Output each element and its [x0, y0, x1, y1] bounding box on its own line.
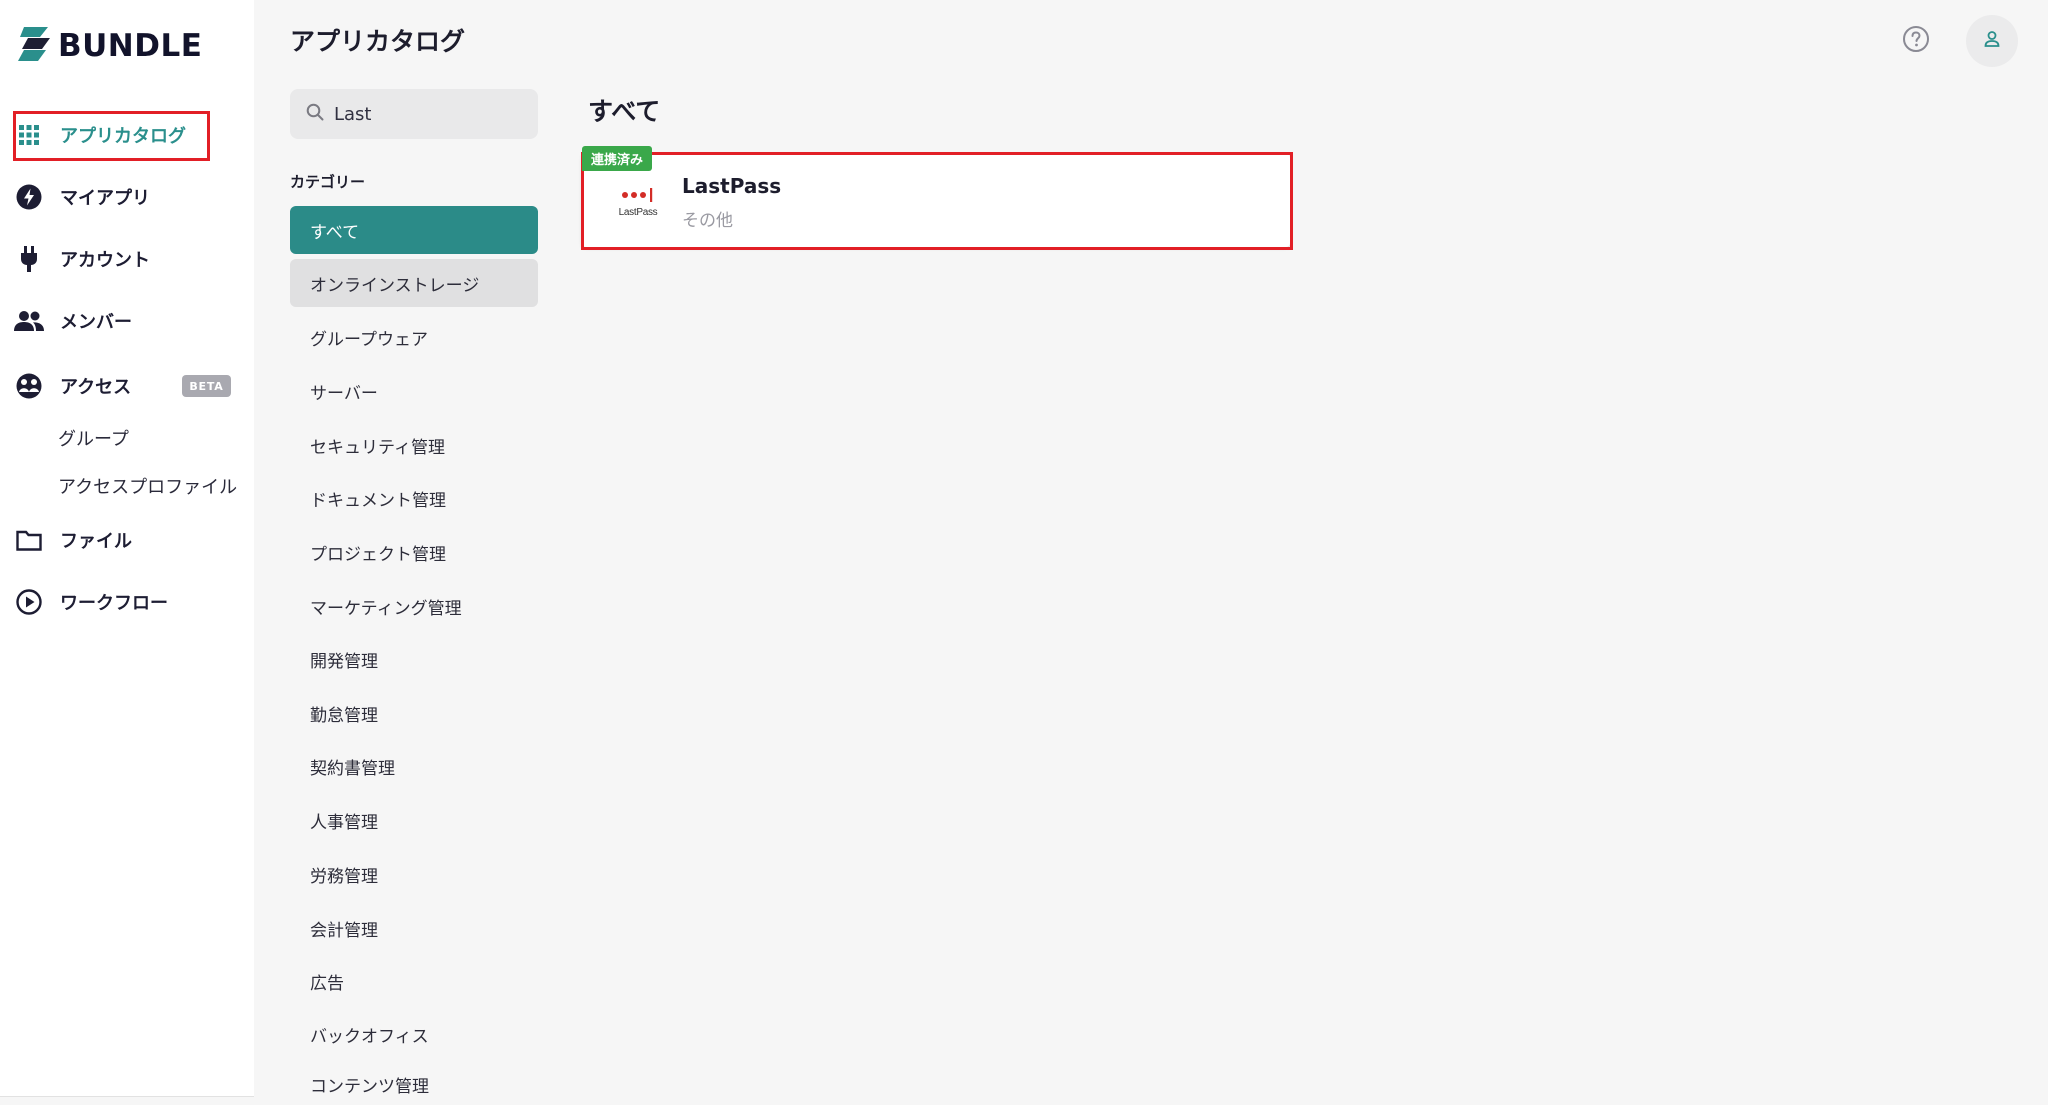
lastpass-logo-text: LastPass [618, 206, 658, 218]
sidebar-item-label: マイアプリ [60, 188, 150, 209]
category-item[interactable]: セキュリティ管理 [290, 421, 538, 469]
sidebar-sub-item-groups[interactable]: グループ [58, 425, 129, 451]
app-category: その他 [682, 211, 733, 231]
sidebar-item-label: アクセス [60, 377, 132, 398]
sidebar-item-my-apps[interactable]: マイアプリ [14, 177, 238, 217]
sidebar-item-label: メンバー [60, 312, 132, 333]
category-item[interactable]: 労務管理 [290, 850, 538, 898]
category-item[interactable]: 開発管理 [290, 635, 538, 683]
lastpass-logo: LastPass [612, 178, 664, 226]
sidebar-item-members[interactable]: メンバー [14, 301, 238, 341]
category-item[interactable]: マーケティング管理 [290, 582, 538, 630]
sidebar-sub-item-access-profile[interactable]: アクセスプロファイル [58, 473, 237, 499]
play-circle-icon [14, 587, 44, 617]
category-item[interactable]: グループウェア [290, 313, 538, 361]
results-heading: すべて [588, 97, 661, 126]
category-item[interactable]: 勤怠管理 [290, 689, 538, 737]
search-box[interactable] [290, 89, 538, 139]
help-icon [1902, 25, 1930, 57]
category-item[interactable]: サーバー [290, 367, 538, 415]
search-icon [306, 103, 324, 125]
brand-name: BUNDLE [58, 28, 203, 64]
category-item[interactable]: 人事管理 [290, 796, 538, 844]
user-menu-button[interactable] [1966, 15, 2018, 67]
brand-logo[interactable]: BUNDLE [18, 24, 202, 68]
category-item[interactable]: オンラインストレージ [290, 259, 538, 307]
app-name: LastPass [682, 174, 782, 198]
search-input[interactable] [334, 103, 524, 125]
category-item[interactable]: 会計管理 [290, 904, 538, 952]
category-item[interactable]: バックオフィス [290, 1010, 538, 1058]
help-button[interactable] [1899, 24, 1933, 58]
grid-icon [14, 120, 44, 150]
user-icon [1982, 29, 2002, 53]
category-item[interactable]: 契約書管理 [290, 742, 538, 790]
bundle-logo-icon [18, 25, 52, 67]
sidebar: BUNDLE アプリカタログ マイアプリ アカウント メンバー アクセス BET… [0, 0, 254, 1097]
category-item[interactable]: ドキュメント管理 [290, 474, 538, 522]
people-icon [14, 306, 44, 336]
app-card-lastpass[interactable] [582, 154, 1290, 247]
access-icon [14, 371, 44, 401]
sidebar-item-workflow[interactable]: ワークフロー [14, 582, 238, 622]
sidebar-item-label: ファイル [60, 531, 132, 552]
category-item[interactable]: コンテンツ管理 [290, 1064, 538, 1105]
bolt-icon [14, 182, 44, 212]
sidebar-item-label: ワークフロー [60, 593, 168, 614]
sidebar-item-label: アプリカタログ [60, 126, 186, 147]
beta-badge: BETA [182, 375, 231, 397]
sidebar-item-app-catalog[interactable]: アプリカタログ [14, 115, 238, 155]
category-item-all[interactable]: すべて [290, 206, 538, 254]
sidebar-item-label: アカウント [60, 250, 150, 271]
category-heading: カテゴリー [290, 173, 366, 191]
category-item[interactable]: プロジェクト管理 [290, 528, 538, 576]
connected-badge: 連携済み [582, 146, 652, 171]
plug-icon [14, 244, 44, 274]
page-title: アプリカタログ [290, 27, 466, 56]
category-item[interactable]: 広告 [290, 957, 538, 1005]
folder-icon [14, 525, 44, 555]
sidebar-item-files[interactable]: ファイル [14, 520, 238, 560]
sidebar-item-account[interactable]: アカウント [14, 239, 238, 279]
lastpass-dots-icon [618, 187, 658, 207]
